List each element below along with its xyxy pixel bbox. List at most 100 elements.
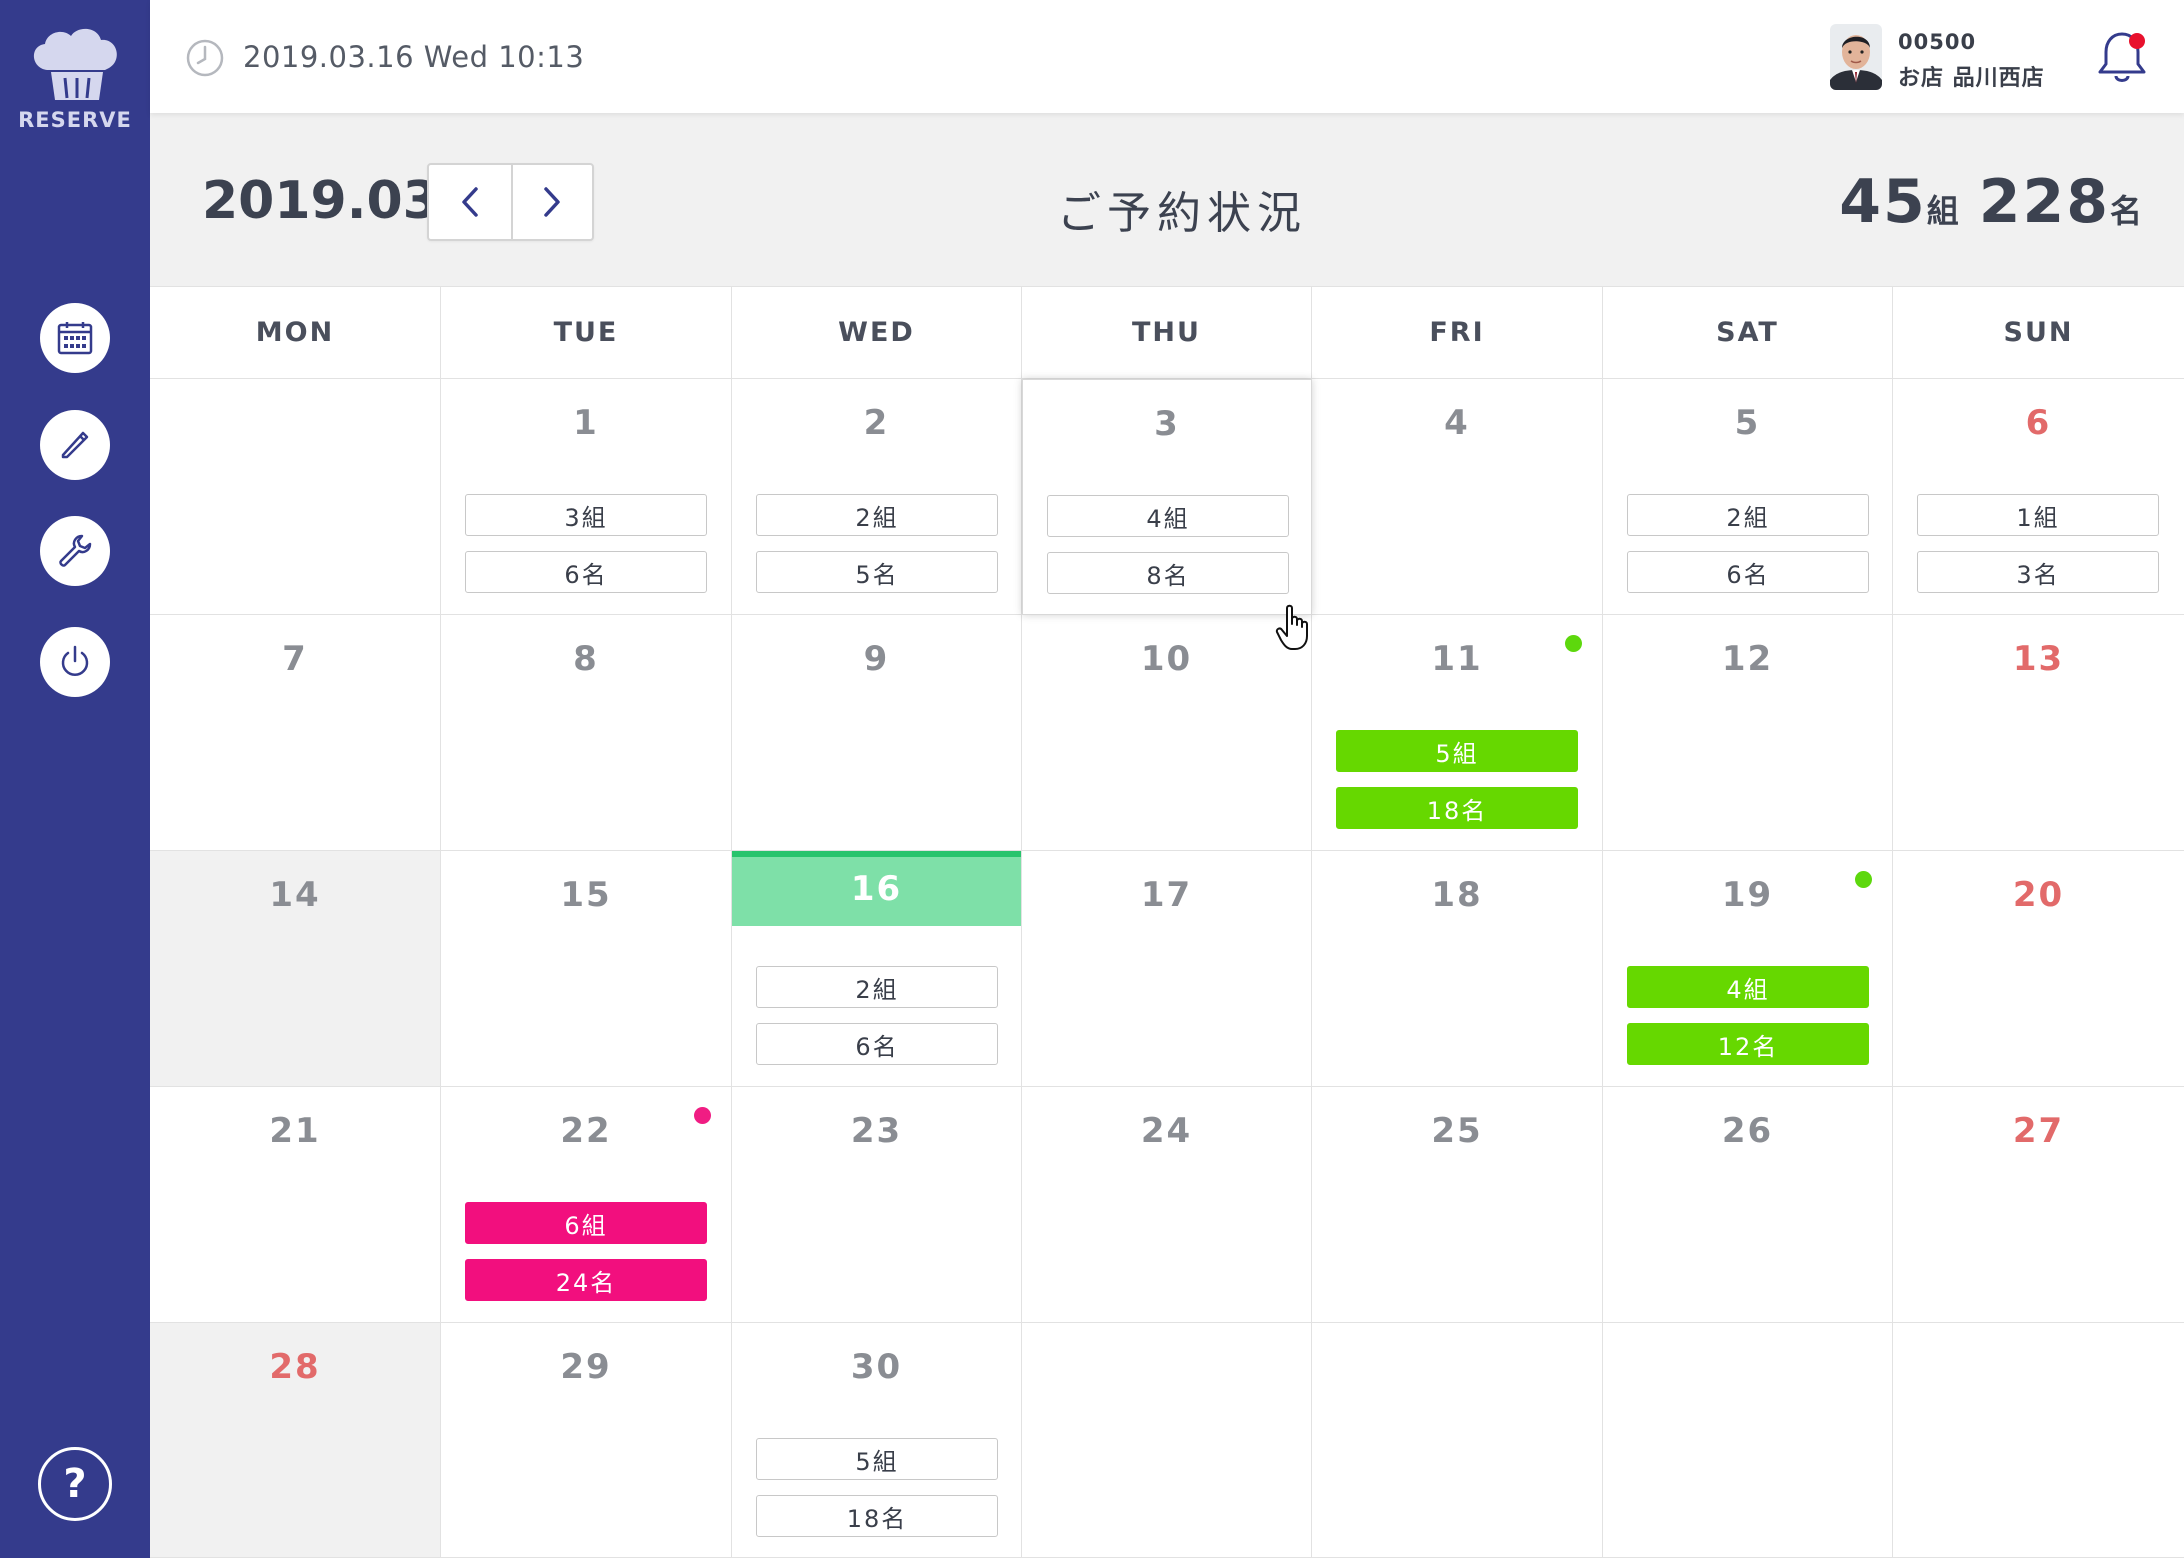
power-icon: [61, 645, 89, 676]
day-cell-12[interactable]: 12: [1603, 615, 1893, 851]
wrench-icon: [59, 534, 92, 567]
calendar-nav-button[interactable]: [40, 303, 110, 373]
day-number: 4: [1444, 403, 1470, 443]
day-cell-21[interactable]: 21: [150, 1087, 441, 1323]
avatar[interactable]: [1830, 24, 1882, 90]
day-cell-3[interactable]: 3 4組 8名: [1022, 379, 1312, 615]
day-cell-23[interactable]: 23: [732, 1087, 1022, 1323]
day-cell-13[interactable]: 13: [1893, 615, 2184, 851]
day-number: 17: [1140, 875, 1193, 915]
weekday-thu: THU: [1022, 287, 1312, 378]
day-cell-19[interactable]: 19 4組 12名: [1603, 851, 1893, 1087]
day-number: 7: [282, 639, 308, 679]
day-number: 11: [1431, 639, 1483, 679]
day-cell-10[interactable]: 10: [1022, 615, 1312, 851]
status-dot: [1565, 635, 1582, 652]
bell-icon: [2098, 32, 2146, 82]
chevron-right-icon: [544, 187, 560, 217]
notification-button[interactable]: [2096, 28, 2152, 90]
day-cell-30[interactable]: 30 5組 18名: [732, 1323, 1022, 1558]
day-number: 19: [1721, 875, 1774, 915]
groups-count-badge[interactable]: 6組: [465, 1202, 707, 1244]
day-cell-16[interactable]: 16 2組 6名: [732, 851, 1022, 1087]
calendar: MON TUE WED THU FRI SAT SUN 1 3組 6名 2 2組 5名 3 4組 8名 4 5 2…: [150, 286, 2184, 1558]
groups-count-badge[interactable]: 2組: [756, 494, 998, 536]
people-count-badge[interactable]: 12名: [1627, 1023, 1869, 1065]
question-icon: ?: [63, 1461, 87, 1507]
groups-count-badge[interactable]: 5組: [1336, 730, 1578, 772]
day-number: 23: [850, 1111, 903, 1151]
day-cell-1[interactable]: 1 3組 6名: [441, 379, 732, 615]
people-count-badge[interactable]: 18名: [756, 1495, 998, 1537]
app-root: RESERVE ? 2019.03.16 Wed 10:13 00500 お店 …: [0, 0, 2184, 1558]
chevron-left-icon: [462, 187, 478, 217]
day-cell-14[interactable]: 14: [150, 851, 441, 1087]
people-count-badge[interactable]: 6名: [1627, 551, 1869, 593]
people-count-badge[interactable]: 6名: [465, 551, 707, 593]
weekday-wed: WED: [732, 287, 1022, 378]
store-name: お店 品川西店: [1898, 66, 2045, 91]
day-cell-5[interactable]: 5 2組 6名: [1603, 379, 1893, 615]
people-count-badge[interactable]: 8名: [1047, 552, 1289, 594]
help-button[interactable]: ?: [38, 1447, 112, 1521]
day-cell-2[interactable]: 2 2組 5名: [732, 379, 1022, 615]
total-people: 228: [1978, 167, 2110, 237]
edit-nav-button[interactable]: [40, 410, 110, 480]
month-navigation: [427, 163, 594, 241]
day-cell-28[interactable]: 28: [150, 1323, 441, 1558]
people-count-badge[interactable]: 24名: [465, 1259, 707, 1301]
total-people-unit: 名: [2109, 192, 2142, 230]
total-groups: 45: [1839, 167, 1927, 237]
day-cell-4[interactable]: 4: [1312, 379, 1603, 615]
people-count-badge[interactable]: 3名: [1917, 551, 2159, 593]
empty-cell: [150, 379, 441, 615]
logout-nav-button[interactable]: [40, 627, 110, 697]
groups-count-badge[interactable]: 2組: [756, 966, 998, 1008]
day-cell-6[interactable]: 6 1組 3名: [1893, 379, 2184, 615]
day-number: 21: [269, 1111, 321, 1151]
weekday-sat: SAT: [1603, 287, 1893, 378]
day-cell-24[interactable]: 24: [1022, 1087, 1312, 1323]
day-cell-7[interactable]: 7: [150, 615, 441, 851]
day-cell-9[interactable]: 9: [732, 615, 1022, 851]
groups-count-badge[interactable]: 3組: [465, 494, 707, 536]
day-number: 16: [850, 869, 903, 909]
day-cell-29[interactable]: 29: [441, 1323, 732, 1558]
day-number: 13: [2012, 639, 2065, 679]
prev-month-button[interactable]: [429, 165, 511, 239]
day-cell-8[interactable]: 8: [441, 615, 732, 851]
day-number: 1: [573, 403, 599, 443]
people-count-badge[interactable]: 5名: [756, 551, 998, 593]
day-number: 6: [2025, 403, 2052, 443]
day-number: 29: [560, 1347, 612, 1387]
groups-count-badge[interactable]: 5組: [756, 1438, 998, 1480]
day-cell-22[interactable]: 22 6組 24名: [441, 1087, 732, 1323]
groups-count-badge[interactable]: 4組: [1627, 966, 1869, 1008]
day-cell-20[interactable]: 20: [1893, 851, 2184, 1087]
empty-cell: [1893, 1323, 2184, 1558]
reservation-totals: 45組 228名: [1839, 167, 2142, 237]
day-cell-15[interactable]: 15: [441, 851, 732, 1087]
groups-count-badge[interactable]: 2組: [1627, 494, 1869, 536]
people-count-badge[interactable]: 18名: [1336, 787, 1578, 829]
day-number: 18: [1431, 875, 1483, 915]
day-cell-26[interactable]: 26: [1603, 1087, 1893, 1323]
calendar-icon: [57, 322, 93, 355]
groups-count-badge[interactable]: 1組: [1917, 494, 2159, 536]
settings-nav-button[interactable]: [40, 516, 110, 586]
weekday-sun: SUN: [2003, 317, 2074, 348]
day-cell-27[interactable]: 27: [1893, 1087, 2184, 1323]
calendar-header: 2019.03 ご予約状況 45組 228名: [150, 113, 2184, 286]
day-cell-25[interactable]: 25: [1312, 1087, 1603, 1323]
weekday-mon: MON: [150, 287, 441, 378]
day-cell-18[interactable]: 18: [1312, 851, 1603, 1087]
day-number: 24: [1140, 1111, 1193, 1151]
logo[interactable]: RESERVE: [0, 22, 150, 132]
day-cell-11[interactable]: 11 5組 18名: [1312, 615, 1603, 851]
groups-count-badge[interactable]: 4組: [1047, 495, 1289, 537]
people-count-badge[interactable]: 6名: [756, 1023, 998, 1065]
day-number: 30: [850, 1347, 903, 1387]
day-cell-17[interactable]: 17: [1022, 851, 1312, 1087]
next-month-button[interactable]: [510, 165, 593, 239]
page-title: ご予約状況: [1057, 188, 1307, 239]
